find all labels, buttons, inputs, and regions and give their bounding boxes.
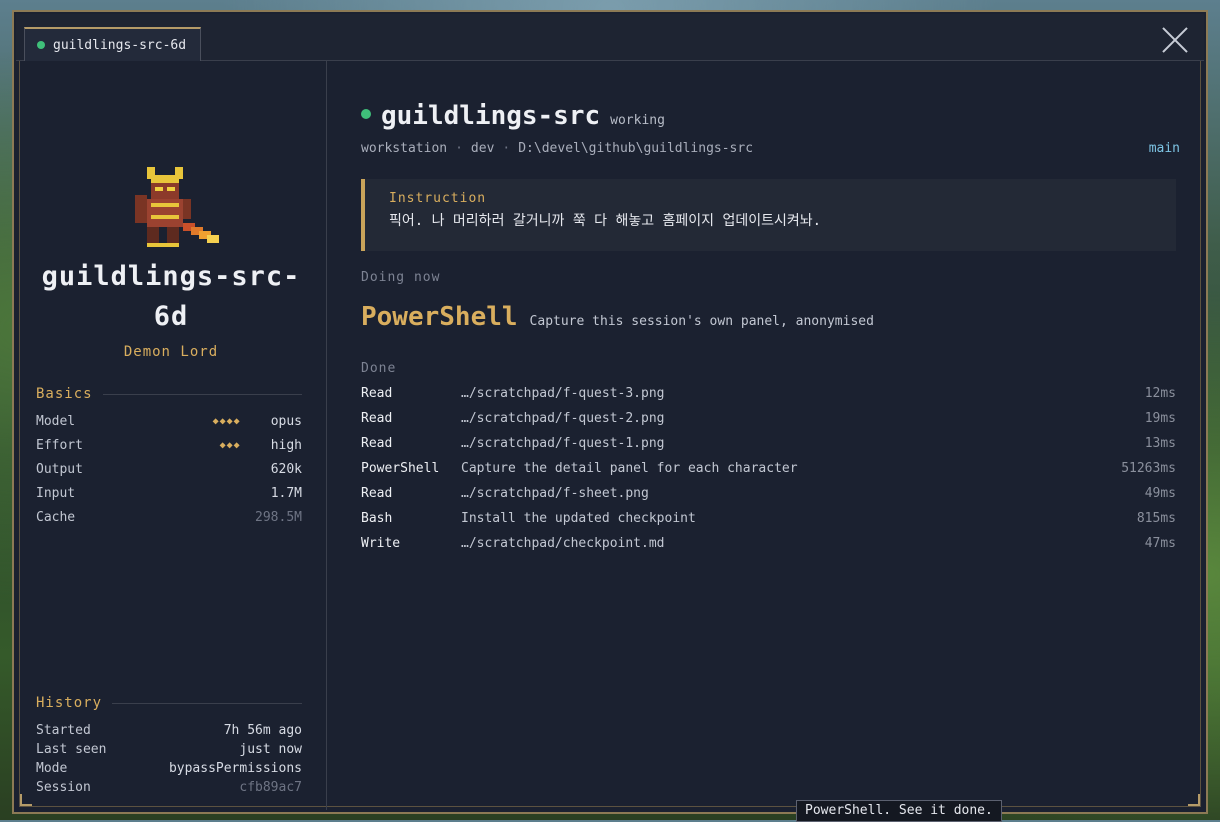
tab-label: guildlings-src-6d (53, 37, 187, 53)
history-last-seen: Last seen just now (36, 742, 302, 757)
log-row: Bash Install the updated checkpoint 815ms (361, 511, 1176, 536)
tab-bar: guildlings-src-6d (16, 14, 1204, 61)
history-value: bypassPermissions (168, 761, 302, 776)
history-value: just now (239, 742, 302, 757)
rating-pips: ◆◆◆ (219, 440, 241, 451)
current-action: PowerShell Capture this session's own pa… (361, 302, 874, 332)
log-tool: Read (361, 436, 393, 451)
log-row: Read …/scratchpad/f-quest-1.png 13ms (361, 436, 1176, 461)
log-duration: 51263ms (1121, 461, 1176, 476)
meta-env: dev (470, 141, 495, 156)
done-log: Read …/scratchpad/f-quest-3.png 12ms Read …… (361, 386, 1176, 561)
stat-value: high (270, 438, 302, 453)
log-row: PowerShell Capture the detail panel for e… (361, 461, 1176, 486)
history-session: Session cfb89ac7 (36, 780, 302, 795)
basics-heading: Basics (36, 386, 302, 402)
divider (102, 393, 302, 395)
log-detail: …/scratchpad/f-quest-2.png (461, 411, 665, 426)
history-value: 7h 56m ago (223, 723, 302, 738)
tab-session[interactable]: guildlings-src-6d (24, 27, 202, 61)
stat-output: Output 620k (36, 462, 302, 477)
history-value: cfb89ac7 (239, 780, 302, 795)
history-heading-label: History (36, 695, 103, 711)
stat-label: Cache (36, 510, 76, 525)
log-duration: 47ms (1144, 536, 1176, 551)
log-row: Read …/scratchpad/f-quest-2.png 19ms (361, 411, 1176, 436)
history-label: Last seen (36, 742, 107, 757)
log-detail: Capture the detail panel for each charac… (461, 461, 798, 476)
stat-value: opus (270, 414, 302, 429)
basics-heading-label: Basics (36, 386, 93, 402)
history-label: Session (36, 780, 91, 795)
detail-panel-window: guildlings-src-6d guildlings-src-6d Demo… (12, 10, 1208, 814)
divider (112, 702, 302, 704)
stat-label: Input (36, 486, 76, 501)
stat-effort: Effort ◆◆◆ high (36, 438, 302, 453)
separator: · (502, 141, 511, 156)
history-mode: Mode bypassPermissions (36, 761, 302, 776)
tooltip: PowerShell. See it done. (796, 800, 1002, 822)
session-status: working (610, 113, 665, 128)
log-tool: Read (361, 486, 393, 501)
current-description: Capture this session's own panel, anonym… (529, 314, 874, 329)
character-sidebar: guildlings-src-6d Demon Lord Basics Mode… (16, 61, 327, 810)
log-tool: Bash (361, 511, 393, 526)
close-icon[interactable] (1160, 24, 1190, 54)
session-detail: guildlings-src working workstation · dev · D… (327, 61, 1204, 810)
instruction-box: Instruction 픽어. 나 머리하러 갈거니까 쭉 다 해놓고 홈페이지… (361, 179, 1176, 251)
history-heading: History (36, 695, 302, 711)
log-row: Read …/scratchpad/f-sheet.png 49ms (361, 486, 1176, 511)
session-title: guildlings-src (381, 101, 601, 131)
rating-pips: ◆◆◆◆ (212, 416, 241, 427)
doing-now-label: Doing now (361, 270, 441, 285)
log-detail: …/scratchpad/f-sheet.png (461, 486, 649, 501)
log-duration: 19ms (1144, 411, 1176, 426)
done-label: Done (361, 361, 397, 376)
log-duration: 815ms (1136, 511, 1176, 526)
log-row: Read …/scratchpad/f-quest-3.png 12ms (361, 386, 1176, 411)
instruction-label: Instruction (389, 191, 487, 206)
instruction-text: 픽어. 나 머리하러 갈거니까 쭉 다 해놓고 홈페이지 업데이트시켜놔. (389, 213, 822, 229)
stat-input: Input 1.7M (36, 486, 302, 501)
stat-label: Output (36, 462, 83, 477)
status-dot-icon (37, 41, 45, 49)
separator: · (455, 141, 463, 156)
history-label: Started (36, 723, 91, 738)
stat-value: 298.5M (255, 510, 302, 525)
stat-model: Model ◆◆◆◆ opus (36, 414, 302, 429)
log-duration: 13ms (1144, 436, 1176, 451)
log-duration: 12ms (1144, 386, 1176, 401)
log-duration: 49ms (1144, 486, 1176, 501)
log-detail: …/scratchpad/f-quest-1.png (461, 436, 665, 451)
log-detail: Install the updated checkpoint (461, 511, 696, 526)
demon-lord-avatar (135, 167, 219, 247)
stat-cache: Cache 298.5M (36, 510, 302, 525)
agent-class: Demon Lord (123, 344, 219, 360)
stat-label: Effort (36, 438, 83, 453)
current-tool: PowerShell (361, 302, 518, 332)
meta-host: workstation (361, 141, 448, 156)
log-detail: …/scratchpad/checkpoint.md (461, 536, 665, 551)
stat-value: 1.7M (270, 486, 302, 501)
git-branch[interactable]: main (1149, 141, 1180, 156)
log-tool: PowerShell (361, 461, 440, 476)
log-row: Write …/scratchpad/checkpoint.md 47ms (361, 536, 1176, 561)
stat-value: 620k (270, 462, 302, 477)
stat-label: Model (36, 414, 76, 429)
history-label: Mode (36, 761, 68, 776)
history-started: Started 7h 56m ago (36, 723, 302, 738)
session-title-row: guildlings-src working (361, 101, 665, 131)
log-detail: …/scratchpad/f-quest-3.png (461, 386, 665, 401)
status-dot-icon (361, 109, 371, 119)
log-tool: Read (361, 386, 393, 401)
agent-name: guildlings-src-6d (41, 261, 301, 332)
log-tool: Read (361, 411, 393, 426)
log-tool: Write (361, 536, 401, 551)
meta-path: D:\devel\github\guildlings-src (518, 141, 754, 156)
session-meta: workstation · dev · D:\devel\github\guildlin… (361, 141, 753, 156)
